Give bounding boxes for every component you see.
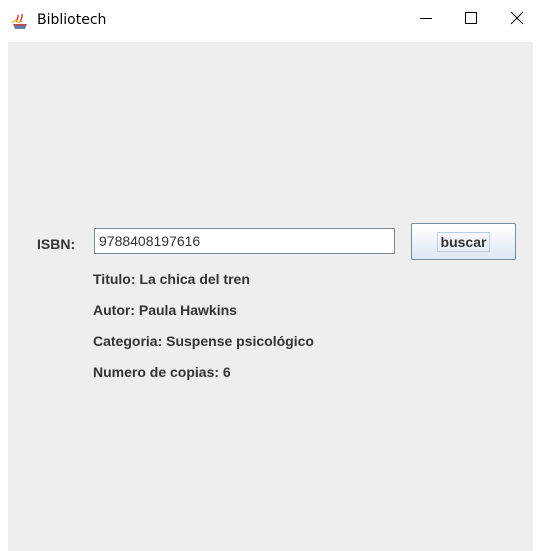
maximize-icon: [464, 12, 477, 24]
title-bar[interactable]: Bibliotech: [0, 0, 541, 42]
book-author-label: Autor: Paula Hawkins: [93, 302, 237, 318]
book-category-label: Categoria: Suspense psicológico: [93, 333, 314, 349]
isbn-label: ISBN:: [37, 236, 76, 252]
content-panel: ISBN: buscar Titulo: La chica del tren A…: [8, 42, 533, 551]
book-copies-label: Numero de copias: 6: [93, 364, 231, 380]
isbn-input[interactable]: [94, 228, 395, 254]
search-button[interactable]: buscar: [411, 223, 516, 260]
book-title-label: Titulo: La chica del tren: [93, 271, 250, 287]
close-icon: [510, 11, 523, 25]
maximize-button[interactable]: [448, 0, 493, 36]
app-window: Bibliotech ISBN: buscar Titulo: La chica…: [0, 0, 541, 551]
close-button[interactable]: [494, 0, 539, 36]
search-button-label: buscar: [436, 231, 491, 252]
minimize-button[interactable]: [403, 0, 448, 36]
minimize-icon: [419, 18, 432, 19]
java-cup-icon: [11, 13, 27, 29]
window-title: Bibliotech: [37, 12, 107, 28]
